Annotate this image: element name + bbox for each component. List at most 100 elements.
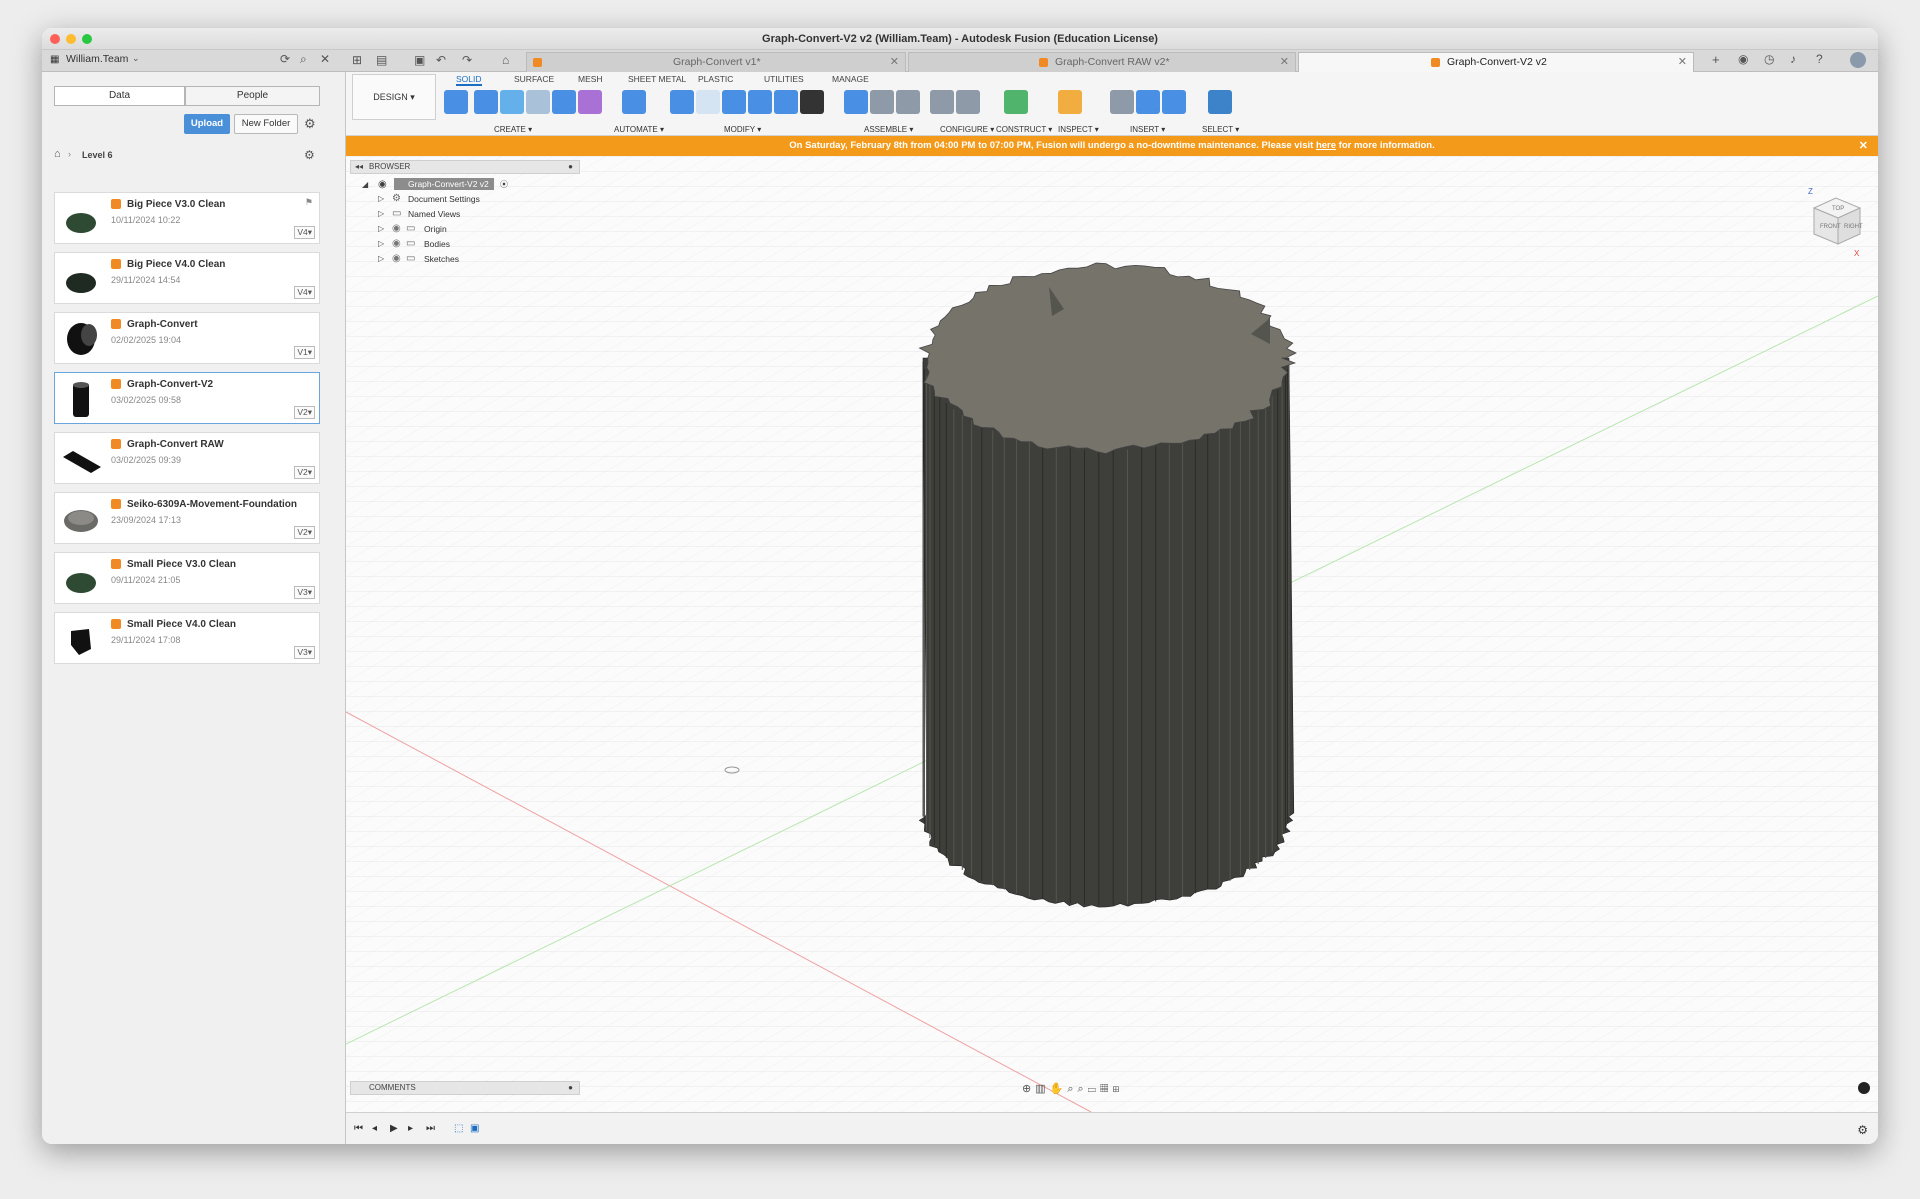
ribbon-tab[interactable]: MANAGE — [832, 74, 869, 84]
gear-icon[interactable]: ⚙ — [304, 116, 316, 132]
ribbon-tab[interactable]: MESH — [578, 74, 603, 84]
eye-icon[interactable]: ◉ — [392, 253, 401, 264]
expand-root-icon[interactable]: ◢ — [362, 180, 368, 189]
eye-icon[interactable]: ◉ — [392, 223, 401, 234]
grid-settings-icon[interactable]: ▦ — [1100, 1083, 1112, 1095]
version-badge[interactable]: V2▾ — [294, 466, 315, 479]
eye-icon[interactable]: ◉ — [392, 238, 401, 249]
close-tab-icon[interactable]: ✕ — [1280, 53, 1289, 71]
tab-graph-convert-v1[interactable]: Graph-Convert v1* ✕ — [526, 52, 906, 72]
select-icon[interactable] — [1208, 90, 1232, 114]
ribbon-tab[interactable]: SURFACE — [514, 74, 554, 84]
joint-icon[interactable] — [870, 90, 894, 114]
expand-icon[interactable]: ▷ — [378, 209, 384, 218]
pin-icon[interactable]: ● — [568, 1082, 573, 1094]
team-name[interactable]: William.Team — [66, 53, 128, 65]
ribbon-tab[interactable]: PLASTIC — [698, 74, 733, 84]
file-card[interactable]: Seiko-6309A-Movement-Foundation 23/09/202… — [54, 492, 320, 544]
notifications-icon[interactable]: ♪ — [1790, 52, 1796, 66]
insert-derive-icon[interactable] — [1110, 90, 1134, 114]
home-icon[interactable]: ⌂ — [54, 148, 61, 160]
refresh-icon[interactable]: ⟳ — [280, 52, 290, 66]
display-settings-icon[interactable]: ▭ — [1088, 1083, 1100, 1095]
tab-data[interactable]: Data — [54, 86, 185, 106]
expand-icon[interactable]: ▷ — [378, 254, 384, 263]
ribbon-tab[interactable]: UTILITIES — [764, 74, 804, 84]
extensions-icon[interactable]: ◉ — [1738, 52, 1748, 66]
navigation-bar[interactable]: ⊕▥✋⌕⌕▭▦⊞ — [1022, 1082, 1123, 1096]
automate-icon[interactable] — [622, 90, 646, 114]
file-card[interactable]: Small Piece V3.0 Clean 09/11/2024 21:05 V3… — [54, 552, 320, 604]
play-icon[interactable]: ▶ — [390, 1123, 398, 1134]
pan-icon[interactable]: ✋ — [1050, 1083, 1068, 1095]
shell-icon[interactable] — [722, 90, 746, 114]
new-component-icon[interactable] — [844, 90, 868, 114]
browser-header[interactable]: ◂◂ BROWSER ● — [350, 160, 580, 174]
3d-canvas[interactable]: TOP FRONT RIGHT Z X ◂◂ BROWSER ● ◢ ◉ Gra… — [346, 156, 1878, 1112]
tab-graph-convert-v2-v2[interactable]: Graph-Convert-V2 v2 ✕ — [1298, 52, 1694, 72]
fit-icon[interactable]: ⌕ — [1078, 1083, 1088, 1095]
version-badge[interactable]: V2▾ — [294, 406, 315, 419]
ribbon-group-dropdown[interactable]: SELECT ▾ — [1202, 125, 1239, 134]
file-card[interactable]: Graph-Convert-V2 03/02/2025 09:58 V2▾ — [54, 372, 320, 424]
tab-people[interactable]: People — [185, 86, 320, 106]
file-card[interactable]: Small Piece V4.0 Clean 29/11/2024 17:08 V3… — [54, 612, 320, 664]
first-step-icon[interactable]: ⏮ — [354, 1123, 363, 1134]
expand-icon[interactable]: ▷ — [378, 239, 384, 248]
ribbon-group-dropdown[interactable]: INSPECT ▾ — [1058, 125, 1099, 134]
zoom-window-button[interactable] — [82, 34, 92, 44]
form-icon[interactable] — [578, 90, 602, 114]
version-badge[interactable]: V4▾ — [294, 286, 315, 299]
ribbon-group-dropdown[interactable]: INSERT ▾ — [1130, 125, 1165, 134]
next-step-icon[interactable]: ▸ — [408, 1123, 413, 1134]
help-icon[interactable]: ? — [1816, 52, 1823, 66]
insert-image-icon[interactable] — [1162, 90, 1186, 114]
chat-icon[interactable] — [1858, 1082, 1870, 1094]
cylinder-body[interactable] — [918, 262, 1297, 908]
version-badge[interactable]: V4▾ — [294, 226, 315, 239]
fillet-icon[interactable] — [696, 90, 720, 114]
look-at-icon[interactable]: ▥ — [1035, 1083, 1049, 1095]
pattern-icon[interactable] — [552, 90, 576, 114]
eye-icon[interactable]: ◉ — [378, 179, 387, 190]
ribbon-group-dropdown[interactable]: CONSTRUCT ▾ — [996, 125, 1052, 134]
home-icon[interactable]: ⌂ — [502, 53, 509, 67]
configure-icon[interactable] — [930, 90, 954, 114]
zoom-icon[interactable]: ⌕ — [1067, 1083, 1077, 1095]
close-panel-icon[interactable]: ✕ — [320, 52, 330, 66]
pin-icon[interactable]: ⚑ — [305, 197, 313, 208]
combine-icon[interactable] — [748, 90, 772, 114]
ribbon-group-dropdown[interactable]: CREATE ▾ — [494, 125, 532, 134]
hole-icon[interactable] — [526, 90, 550, 114]
previous-step-icon[interactable]: ◂ — [372, 1123, 377, 1134]
folder-settings-icon[interactable]: ⚙ — [304, 148, 315, 162]
file-card[interactable]: Graph-Convert 02/02/2025 19:04 V1▾ — [54, 312, 320, 364]
ribbon-group-dropdown[interactable]: MODIFY ▾ — [724, 125, 761, 134]
ribbon-tab[interactable]: SHEET METAL — [628, 74, 686, 84]
browser-root[interactable]: Graph-Convert-V2 v2 — [394, 178, 494, 190]
breadcrumb[interactable]: Level 6 — [82, 150, 113, 160]
last-step-icon[interactable]: ⏭ — [426, 1123, 435, 1134]
move-icon[interactable] — [800, 90, 824, 114]
job-status-icon[interactable]: ◷ — [1764, 52, 1774, 66]
search-icon[interactable]: ⌕ — [300, 52, 307, 67]
file-menu-icon[interactable]: ▤ — [376, 53, 387, 67]
tab-graph-convert-raw-v2[interactable]: Graph-Convert RAW v2* ✕ — [908, 52, 1296, 72]
workspace-switcher[interactable]: DESIGN ▾ — [352, 74, 436, 120]
orbit-icon[interactable]: ⊕ — [1022, 1083, 1035, 1095]
file-card[interactable]: Big Piece V3.0 Clean 10/11/2024 10:22 V4▾ ⚑ — [54, 192, 320, 244]
as-built-joint-icon[interactable] — [896, 90, 920, 114]
offset-plane-icon[interactable] — [1004, 90, 1028, 114]
save-icon[interactable]: ▣ — [414, 53, 425, 67]
pin-icon[interactable]: ● — [568, 161, 573, 173]
viewports-icon[interactable]: ⊞ — [1112, 1083, 1123, 1095]
minimize-window-button[interactable] — [66, 34, 76, 44]
file-card[interactable]: Graph-Convert RAW 03/02/2025 09:39 V2▾ — [54, 432, 320, 484]
ribbon-group-dropdown[interactable]: ASSEMBLE ▾ — [864, 125, 913, 134]
version-badge[interactable]: V3▾ — [294, 646, 315, 659]
undo-icon[interactable]: ↶ — [436, 53, 446, 67]
ribbon-group-dropdown[interactable]: CONFIGURE ▾ — [940, 125, 994, 134]
expand-icon[interactable]: ▷ — [378, 194, 384, 203]
apps-icon[interactable]: ⊞ — [352, 53, 362, 67]
extrude-feature-icon[interactable]: ▣ — [470, 1123, 479, 1134]
